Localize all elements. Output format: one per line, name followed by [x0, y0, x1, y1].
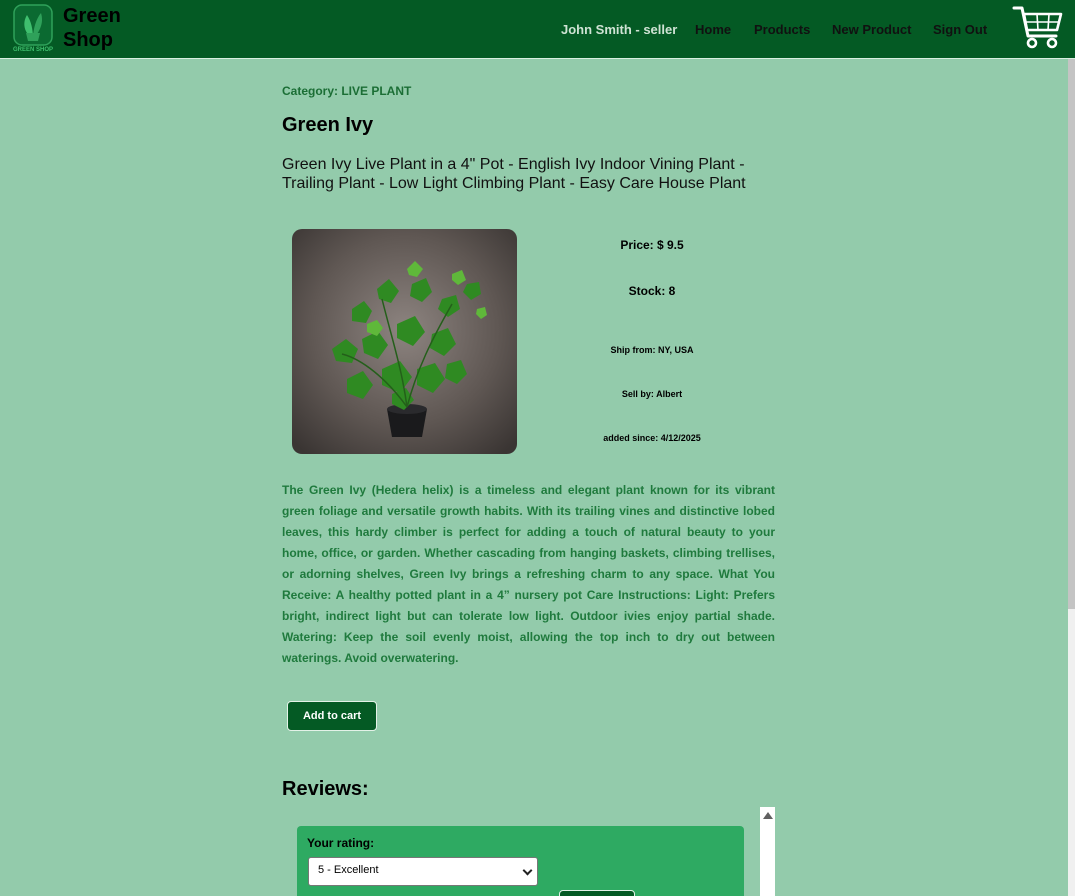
- rating-selected-value: 5 - Excellent: [318, 864, 379, 876]
- navbar: GREEN SHOP Green Shop John Smith - selle…: [0, 0, 1075, 59]
- product-category: Category: LIVE PLANT: [282, 84, 412, 98]
- chevron-down-icon: [522, 865, 533, 876]
- nav-new-product-link[interactable]: New Product: [832, 22, 911, 37]
- rating-label: Your rating:: [307, 836, 375, 850]
- nav-home-link[interactable]: Home: [695, 22, 731, 37]
- product-subtitle: Green Ivy Live Plant in a 4" Pot - Engli…: [282, 156, 746, 192]
- product-price: Price: $ 9.5: [620, 238, 684, 252]
- reviews-heading: Reviews:: [282, 778, 369, 800]
- nav-products-link[interactable]: Products: [754, 22, 810, 37]
- product-seller: Sell by: Albert: [621, 389, 683, 399]
- scroll-up-arrow-icon[interactable]: [763, 812, 773, 819]
- site-title[interactable]: Green Shop: [63, 4, 143, 52]
- current-user: John Smith - seller: [561, 22, 678, 37]
- shopping-cart-icon[interactable]: [1012, 3, 1064, 51]
- green-shop-logo-icon[interactable]: GREEN SHOP: [10, 3, 56, 53]
- add-to-cart-button[interactable]: Add to cart: [287, 701, 377, 731]
- product-description: The Green Ivy (Hedera helix) is a timele…: [282, 483, 775, 665]
- reviews-container: Your rating: 5 - Excellent: [282, 807, 775, 896]
- logo-badge-text: GREEN SHOP: [13, 47, 53, 53]
- product-title: Green Ivy: [282, 114, 374, 136]
- product-added-date: added since: 4/12/2025: [603, 433, 701, 443]
- page-scrollbar-thumb[interactable]: [1068, 59, 1075, 609]
- product-ship-from: Ship from: NY, USA: [610, 345, 694, 355]
- ivy-plant-photo: [292, 229, 517, 454]
- reviews-scrollbar[interactable]: [760, 807, 775, 896]
- submit-review-button[interactable]: [559, 890, 635, 896]
- page-scrollbar[interactable]: [1068, 59, 1075, 896]
- product-image: [292, 229, 517, 454]
- rating-select[interactable]: 5 - Excellent: [308, 857, 538, 886]
- product-stock: Stock: 8: [628, 284, 676, 298]
- nav-sign-out-link[interactable]: Sign Out: [933, 22, 987, 37]
- review-form: Your rating: 5 - Excellent: [297, 826, 744, 896]
